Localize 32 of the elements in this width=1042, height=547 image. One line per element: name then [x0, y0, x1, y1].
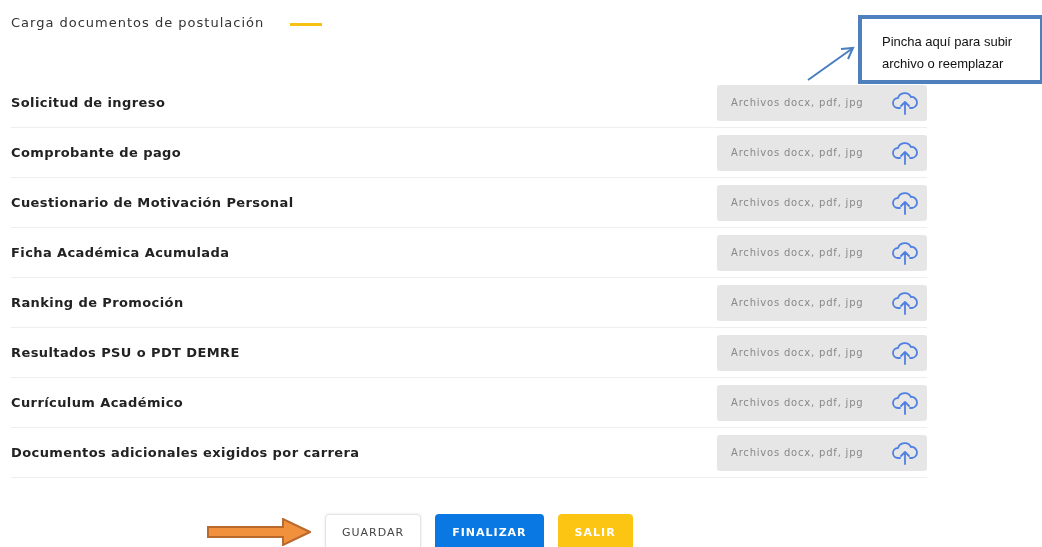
- file-upload-field[interactable]: Archivos docx, pdf, jpg: [717, 334, 927, 371]
- upload-cloud-icon[interactable]: [892, 440, 918, 465]
- upload-cloud-icon[interactable]: [892, 190, 918, 215]
- finish-button[interactable]: FINALIZAR: [435, 514, 544, 547]
- file-upload-field[interactable]: Archivos docx, pdf, jpg: [717, 134, 927, 171]
- title-underline: [290, 22, 323, 26]
- file-upload-field[interactable]: Archivos docx, pdf, jpg: [717, 234, 927, 271]
- file-upload-field[interactable]: Archivos docx, pdf, jpg: [717, 184, 927, 221]
- upload-cloud-icon[interactable]: [892, 90, 918, 115]
- document-label: Ranking de Promoción: [11, 295, 184, 310]
- document-label: Comprobante de pago: [11, 145, 182, 160]
- arrow-icon: [207, 518, 311, 546]
- document-label: Resultados PSU o PDT DEMRE: [11, 345, 240, 360]
- upload-cloud-icon[interactable]: [892, 390, 918, 415]
- upload-cloud-icon[interactable]: [892, 240, 918, 265]
- upload-cloud-icon[interactable]: [892, 340, 918, 365]
- document-label: Solicitud de ingreso: [11, 95, 166, 110]
- document-label: Ficha Académica Acumulada: [11, 245, 230, 260]
- document-label: Cuestionario de Motivación Personal: [11, 195, 294, 210]
- exit-button[interactable]: SALIR: [557, 514, 633, 547]
- document-label: Documentos adicionales exigidos por carrera: [11, 445, 360, 460]
- upload-cloud-icon[interactable]: [892, 140, 918, 165]
- upload-cloud-icon[interactable]: [892, 290, 918, 315]
- callout-box: Pincha aquí para subir archivo o reemplazar: [858, 15, 1042, 84]
- document-label: Currículum Académico: [11, 395, 184, 410]
- pointer-arrow: [806, 46, 856, 82]
- section-title: Carga documentos de postulación: [11, 14, 265, 30]
- file-upload-field[interactable]: Archivos docx, pdf, jpg: [717, 84, 927, 121]
- save-button[interactable]: GUARDAR: [325, 514, 422, 547]
- file-upload-field[interactable]: Archivos docx, pdf, jpg: [717, 434, 927, 471]
- file-upload-field[interactable]: Archivos docx, pdf, jpg: [717, 384, 927, 421]
- file-upload-field[interactable]: Archivos docx, pdf, jpg: [717, 284, 927, 321]
